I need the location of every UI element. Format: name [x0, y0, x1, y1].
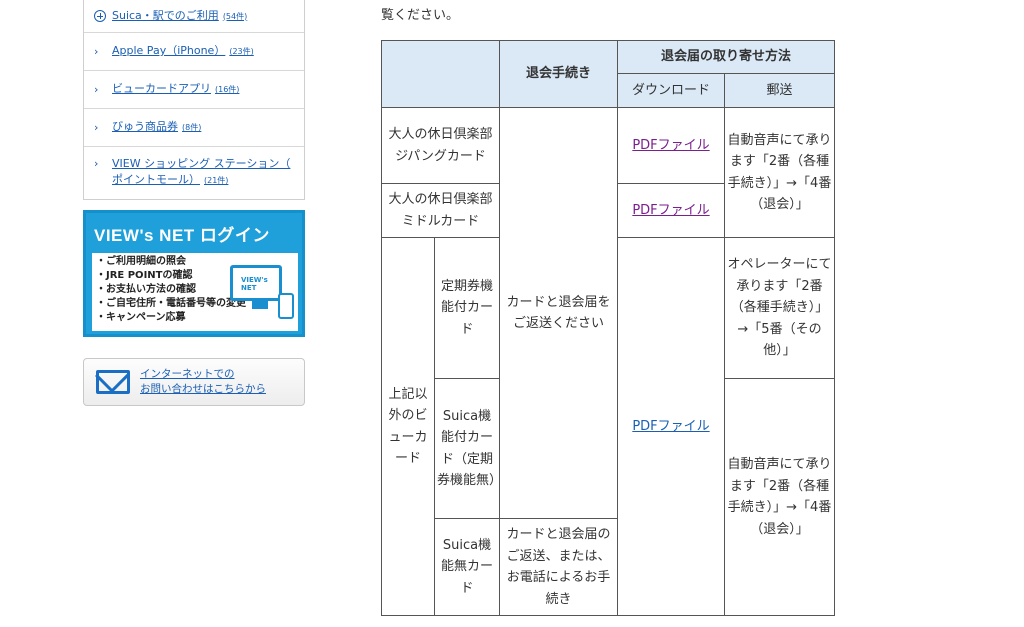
monitor-icon: VIEW's NET	[230, 265, 282, 301]
sidebar-item-label[interactable]: Apple Pay（iPhone）	[112, 44, 225, 57]
procedure-return-or-phone: カードと退会届のご返送、または、お電話によるお手続き	[499, 518, 618, 616]
mail-auto-voice: 自動音声にて承ります「2番（各種手続き）」→「4番（退会）」	[724, 378, 835, 616]
pdf-cell: PDFファイル	[617, 183, 725, 238]
intro-text: 覧ください。	[381, 8, 460, 23]
envelope-icon	[96, 370, 130, 394]
monitor-label: VIEW's NET	[241, 276, 268, 292]
sidebar-item-label[interactable]: ビューカードアプリ	[112, 82, 211, 95]
mail-operator: オペレーターにて承ります「2番（各種手続き）」→「5番（その他）」	[724, 237, 835, 379]
chevron-right-icon: ›	[94, 82, 99, 96]
inquiry-link-line1: インターネットでの	[140, 368, 235, 380]
sidebar-item-label[interactable]: Suica・駅でのご利用	[112, 9, 219, 22]
sidebar-item-label[interactable]: びゅう商品券	[112, 120, 178, 133]
mail-auto-voice: 自動音声にて承ります「2番（各種手続き）」→「4番（退会）」	[724, 107, 835, 238]
expand-plus-icon[interactable]	[94, 10, 106, 22]
sidebar-item-count: (23件)	[229, 47, 254, 56]
cancellation-procedure-table: 退会手続き 退会届の取り寄せ方法 ダウンロード 郵送 大人の休日倶楽部ジパングカ…	[381, 40, 835, 616]
pdf-download-link[interactable]: PDFファイル	[632, 419, 709, 434]
inquiry-link[interactable]: インターネットでの お問い合わせはこちらから	[140, 367, 266, 397]
card-name-zipangu: 大人の休日倶楽部ジパングカード	[381, 107, 500, 184]
sidebar-item-count: (8件)	[182, 123, 202, 132]
table-header-download: ダウンロード	[617, 73, 725, 108]
views-net-login-banner[interactable]: VIEW's NET ログイン ・ご利用明細の照会 ・JRE POINTの確認 …	[83, 210, 305, 337]
smartphone-icon	[278, 293, 294, 319]
table-header-procedure: 退会手続き	[499, 40, 618, 108]
chevron-right-icon: ›	[94, 120, 99, 134]
card-sub-no-suica: Suica機能無カード	[434, 518, 500, 616]
card-sub-commuter: 定期券機能付カード	[434, 237, 500, 379]
banner-feature-item: ・キャンペーン応募	[96, 312, 186, 323]
pdf-download-link[interactable]: PDFファイル	[632, 138, 709, 153]
card-name-middle: 大人の休日倶楽部ミドルカード	[381, 183, 500, 238]
banner-title: VIEW's NET ログイン	[94, 226, 270, 245]
card-group-other: 上記以外のビューカード	[381, 237, 435, 616]
inquiry-link-line2: お問い合わせはこちらから	[140, 383, 266, 395]
chevron-right-icon: ›	[94, 44, 99, 58]
sidebar-item-shopping-station[interactable]: › VIEW ショッピング ステーション（ ポイントモール） (21件)	[84, 146, 304, 199]
sidebar-item-count: (16件)	[215, 85, 240, 94]
table-header-empty	[381, 40, 500, 108]
table-header-method: 退会届の取り寄せ方法	[617, 40, 835, 74]
sidebar-item-applepay[interactable]: › Apple Pay（iPhone） (23件)	[84, 32, 304, 70]
pdf-cell: PDFファイル	[617, 237, 725, 616]
sidebar-item-label[interactable]: VIEW ショッピング ステーション（ ポイントモール）	[112, 157, 290, 186]
sidebar-item-count: (54件)	[222, 11, 248, 21]
sidebar-item-count: (21件)	[204, 176, 229, 185]
chevron-right-icon: ›	[94, 157, 99, 170]
internet-inquiry-button[interactable]: インターネットでの お問い合わせはこちらから	[83, 358, 305, 406]
sidebar-item-view-giftcard[interactable]: › びゅう商品券 (8件)	[84, 108, 304, 146]
sidebar-item-suica[interactable]: Suica・駅でのご利用 (54件)	[84, 0, 304, 32]
card-sub-suica: Suica機能付カード（定期券機能無）	[434, 378, 502, 519]
sidebar-item-viewcard-app[interactable]: › ビューカードアプリ (16件)	[84, 70, 304, 108]
monitor-stand-icon	[252, 301, 268, 309]
table-header-mail: 郵送	[724, 73, 835, 108]
pdf-cell: PDFファイル	[617, 107, 725, 184]
procedure-return-card: カードと退会届をご返送ください	[499, 107, 618, 519]
pdf-download-link[interactable]: PDFファイル	[632, 203, 709, 218]
sidebar-category-list: Suica・駅でのご利用 (54件) › Apple Pay（iPhone） (23…	[83, 0, 305, 200]
